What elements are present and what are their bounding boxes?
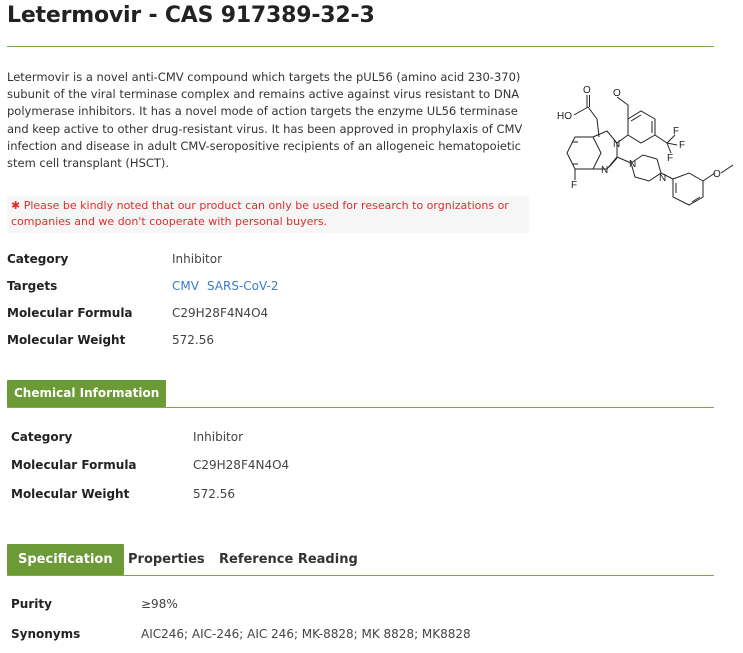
specification-divider	[7, 575, 714, 576]
chemical-information-divider	[7, 407, 714, 408]
title-divider	[7, 46, 714, 47]
chemical-information-table: Category Inhibitor Molecular Formula C29…	[11, 430, 531, 505]
chem-weight-value: 572.56	[193, 487, 235, 501]
chem-category-value: Inhibitor	[193, 430, 244, 444]
tab-chemical-information[interactable]: Chemical Information	[7, 380, 167, 407]
spec-purity-value: ≥98%	[141, 597, 178, 611]
tab-reference-reading[interactable]: Reference Reading	[219, 544, 358, 575]
structure-label-ho: HO	[557, 111, 572, 122]
summary-weight-label: Molecular Weight	[7, 333, 126, 347]
notice-text: Please be kindly noted that our product …	[11, 199, 509, 228]
chem-formula-value: C29H28F4N4O4	[193, 458, 290, 472]
target-link-sars-cov-2[interactable]: SARS-CoV-2	[207, 279, 279, 293]
summary-category-value: Inhibitor	[172, 252, 223, 266]
structure-label-f3: F	[679, 140, 685, 151]
tab-properties[interactable]: Properties	[128, 544, 205, 575]
specification-table: Purity ≥98% Synonyms AIC246; AIC-246; AI…	[11, 597, 611, 642]
structure-label-o2: O	[613, 88, 621, 99]
notice-star-icon: ✱	[11, 199, 21, 212]
structure-label-f1: F	[571, 180, 577, 191]
summary-weight-value: 572.56	[172, 333, 214, 347]
research-use-notice: ✱ Please be kindly noted that our produc…	[7, 196, 529, 233]
spec-purity-label: Purity	[11, 597, 52, 611]
tab-specification[interactable]: Specification	[7, 544, 124, 575]
target-link-cmv[interactable]: CMV	[172, 279, 199, 293]
summary-formula-label: Molecular Formula	[7, 306, 133, 320]
structure-label-o3: O	[713, 169, 721, 180]
structure-label-n2: N	[601, 165, 608, 176]
structure-label-f2: F	[673, 126, 679, 137]
structure-label-n4: N	[659, 173, 666, 184]
structure-label-f4: F	[667, 153, 673, 164]
page-title: Letermovir - CAS 917389-32-3	[7, 3, 375, 28]
chem-category-label: Category	[11, 430, 73, 444]
summary-targets-label: Targets	[7, 279, 58, 293]
structure-label-o1: O	[583, 85, 591, 96]
spec-synonyms-label: Synonyms	[11, 627, 81, 641]
structure-label-n3: N	[629, 159, 636, 170]
summary-targets-value: CMV SARS-CoV-2	[172, 279, 286, 293]
chem-formula-label: Molecular Formula	[11, 458, 137, 472]
molecule-structure-image: O HO O N N N N F F F F O	[557, 85, 734, 206]
product-description: Letermovir is a novel anti-CMV compound …	[7, 70, 523, 171]
summary-category-label: Category	[7, 252, 69, 266]
chem-weight-label: Molecular Weight	[11, 487, 130, 501]
spec-synonyms-value: AIC246; AIC-246; AIC 246; MK-8828; MK 88…	[141, 627, 471, 641]
summary-formula-value: C29H28F4N4O4	[172, 306, 269, 320]
structure-label-n1: N	[613, 139, 620, 150]
summary-table: Category Inhibitor Targets CMV SARS-CoV-2…	[7, 252, 527, 352]
